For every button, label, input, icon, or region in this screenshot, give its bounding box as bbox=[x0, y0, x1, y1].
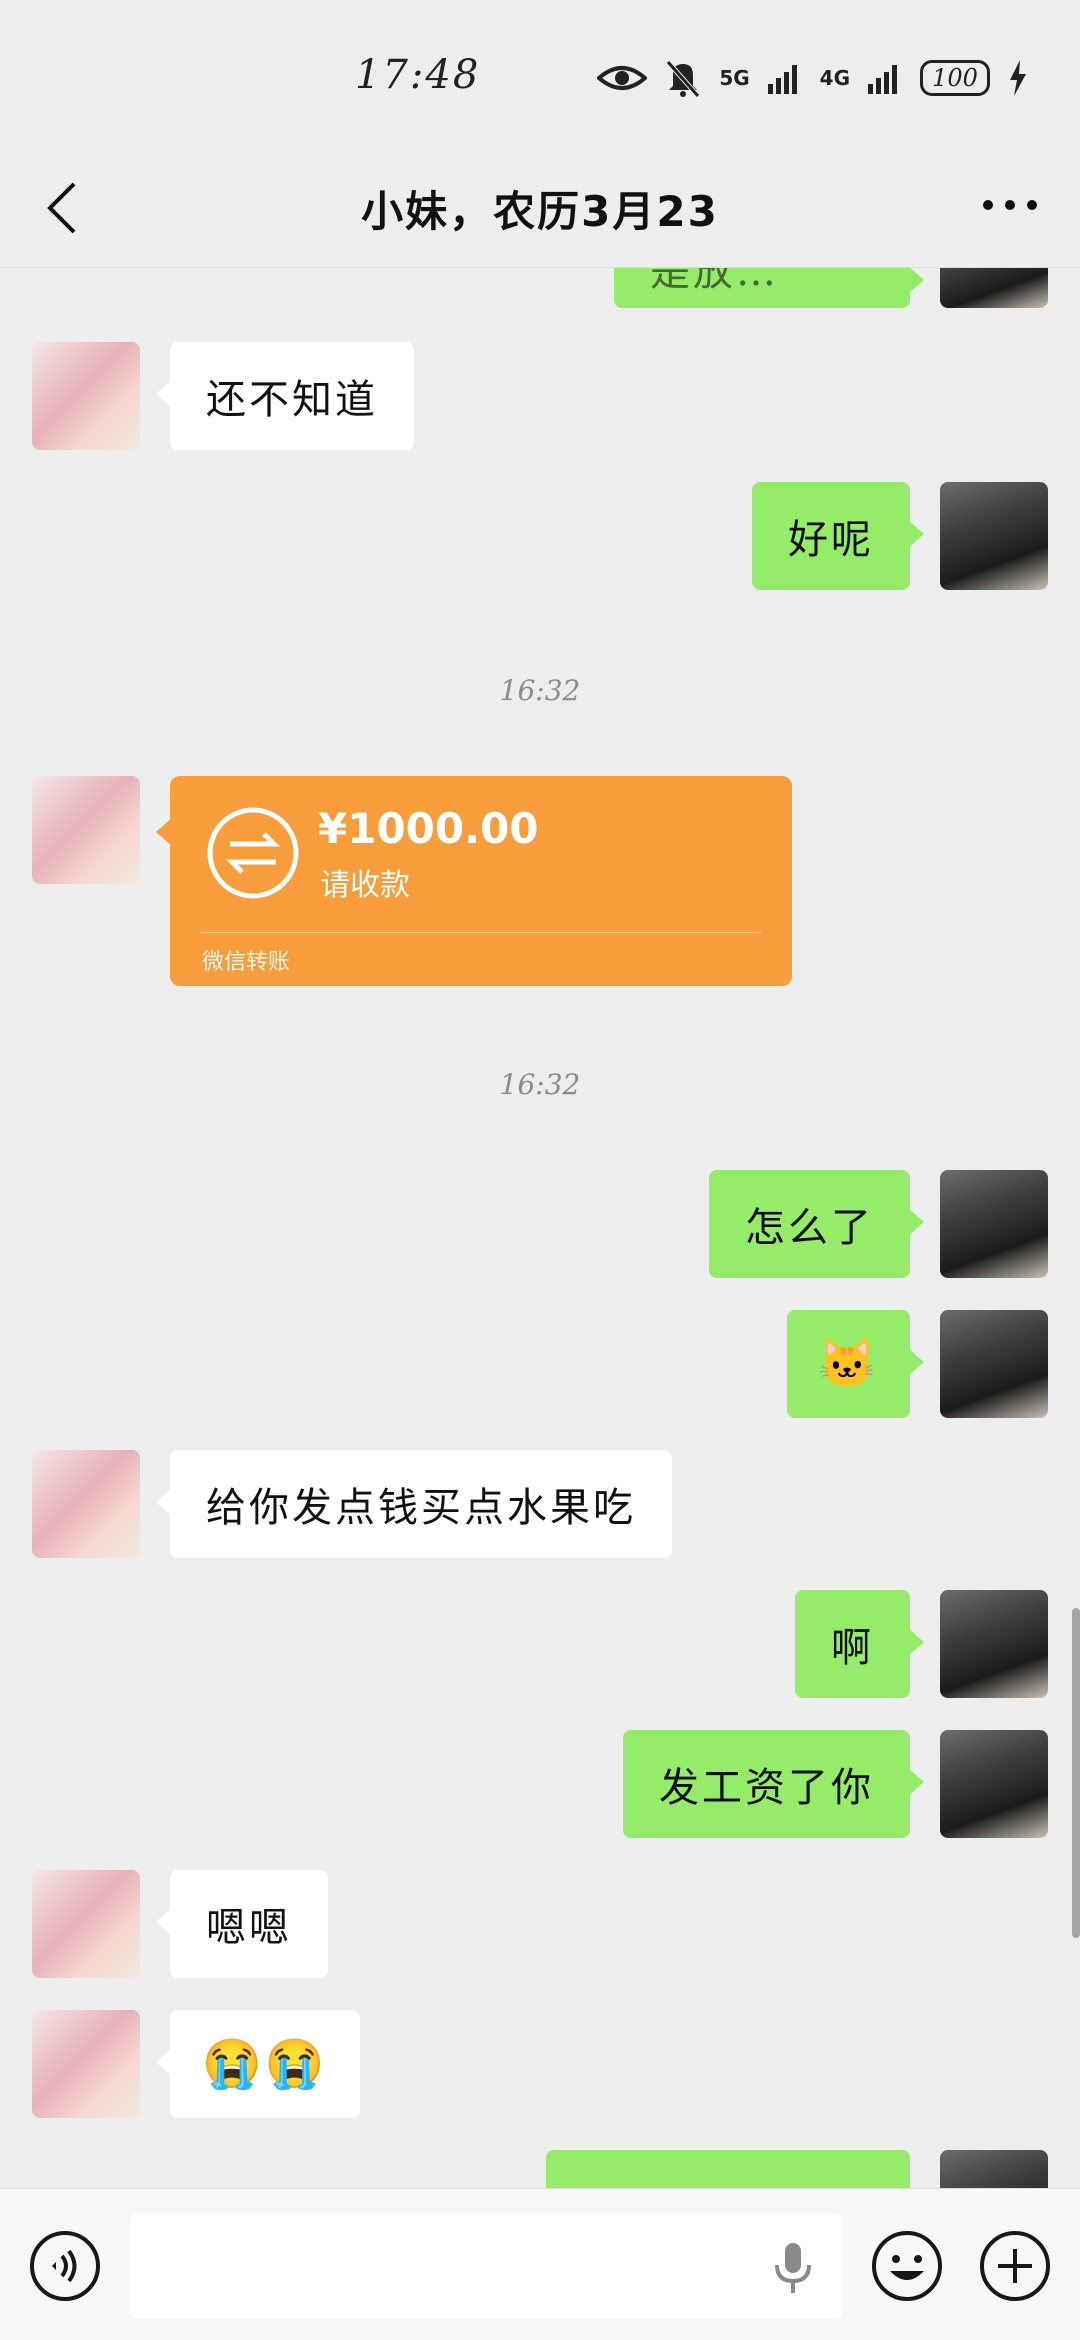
transfer-arrows-icon bbox=[207, 807, 299, 899]
plus-icon[interactable] bbox=[978, 2229, 1052, 2303]
more-dots-icon[interactable] bbox=[980, 190, 1040, 220]
emoji-face-icon[interactable] bbox=[870, 2229, 944, 2303]
message-bubble-self[interactable]: 啊 bbox=[795, 1590, 924, 1698]
network-4g-label: 4G bbox=[819, 66, 850, 90]
avatar-contact[interactable] bbox=[32, 342, 140, 450]
scrollbar[interactable] bbox=[1072, 1608, 1080, 1938]
status-bar: 17:48 5G 4G 100 bbox=[0, 0, 1080, 150]
message-text: 好呢 bbox=[788, 517, 874, 563]
message-text: 还不知道 bbox=[206, 377, 378, 423]
mute-bell-icon bbox=[666, 60, 701, 98]
transfer-status: 请收款 bbox=[320, 868, 410, 903]
message-text: 怎么了 bbox=[745, 1205, 874, 1251]
avatar-contact[interactable] bbox=[32, 2010, 140, 2118]
input-bar bbox=[0, 2188, 1080, 2340]
smirk-dog-emoji: 🐱 bbox=[817, 1336, 880, 1392]
message-bubble-self[interactable]: 🐱 bbox=[787, 1310, 924, 1418]
message-text: 嗯嗯 bbox=[206, 1905, 292, 1951]
signal-icon-2 bbox=[868, 65, 897, 94]
avatar-self[interactable] bbox=[940, 2150, 1048, 2188]
status-time: 17:48 bbox=[355, 52, 481, 98]
chat-title: 小妹，农历3月23 bbox=[361, 187, 719, 236]
message-bubble-self[interactable] bbox=[546, 2150, 910, 2188]
transfer-footer: 微信转账 bbox=[202, 950, 291, 975]
avatar-self[interactable] bbox=[940, 1590, 1048, 1698]
message-timestamp: 16:32 bbox=[499, 1068, 581, 1101]
message-input[interactable] bbox=[130, 2213, 842, 2319]
microphone-icon[interactable] bbox=[770, 2241, 816, 2295]
avatar-self[interactable] bbox=[940, 268, 1048, 308]
charging-bolt-icon bbox=[1010, 60, 1026, 96]
message-bubble-contact[interactable]: 😭😭 bbox=[156, 2010, 360, 2118]
chat-header: 小妹，农历3月23 bbox=[0, 150, 1080, 268]
transfer-card[interactable]: ¥1000.00 请收款 微信转账 bbox=[156, 776, 792, 986]
message-list[interactable]: 是放… 还不知道 好呢 16:32 ¥1000.00 请收款 微信转账 16:3… bbox=[0, 268, 1080, 2188]
message-text: 给你发点钱买点水果吃 bbox=[206, 1485, 636, 1531]
avatar-contact[interactable] bbox=[32, 1450, 140, 1558]
avatar-self[interactable] bbox=[940, 482, 1048, 590]
avatar-self[interactable] bbox=[940, 1730, 1048, 1838]
avatar-contact[interactable] bbox=[32, 776, 140, 884]
crying-emoji: 😭😭 bbox=[202, 2036, 328, 2092]
eye-icon bbox=[597, 66, 648, 90]
message-bubble-self[interactable]: 是放… bbox=[614, 268, 924, 308]
message-bubble-contact[interactable]: 还不知道 bbox=[156, 342, 414, 450]
message-text: 发工资了你 bbox=[659, 1765, 874, 1811]
battery-indicator: 100 bbox=[920, 60, 990, 96]
message-bubble-self[interactable]: 好呢 bbox=[752, 482, 924, 590]
network-5g-label: 5G bbox=[719, 66, 750, 90]
message-text: 啊 bbox=[831, 1625, 874, 1671]
transfer-divider bbox=[200, 932, 762, 933]
message-timestamp: 16:32 bbox=[499, 674, 581, 707]
message-bubble-self[interactable]: 发工资了你 bbox=[623, 1730, 924, 1838]
message-bubble-contact[interactable]: 给你发点钱买点水果吃 bbox=[156, 1450, 672, 1558]
voice-mode-icon[interactable] bbox=[28, 2229, 102, 2303]
avatar-self[interactable] bbox=[940, 1310, 1048, 1418]
message-bubble-self[interactable]: 怎么了 bbox=[709, 1170, 924, 1278]
avatar-contact[interactable] bbox=[32, 1870, 140, 1978]
avatar-self[interactable] bbox=[940, 1170, 1048, 1278]
status-icons: 5G 4G 100 bbox=[597, 56, 1028, 100]
message-bubble-contact[interactable]: 嗯嗯 bbox=[156, 1870, 328, 1978]
signal-icon bbox=[767, 65, 797, 94]
transfer-amount: ¥1000.00 bbox=[318, 804, 539, 853]
